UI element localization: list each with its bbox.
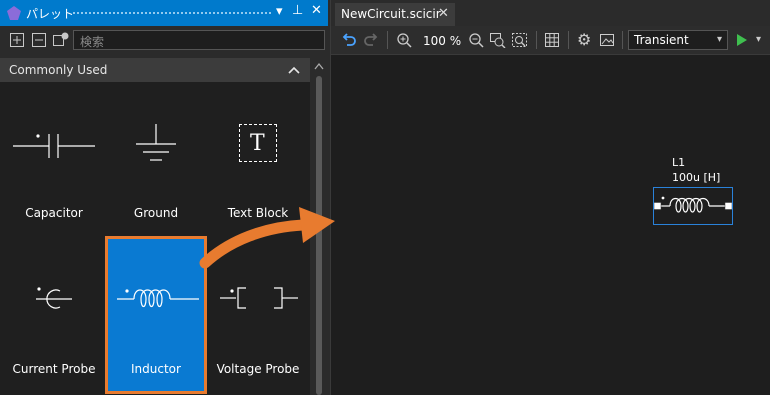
palette-title-bar[interactable]: パレット ▾ ⊥ ✕ (0, 0, 328, 26)
component-name: L1 (672, 156, 686, 169)
toolbar-separator (568, 31, 569, 49)
redo-icon[interactable] (363, 32, 379, 48)
analysis-value: Transient (634, 33, 689, 47)
palette-item-capacitor[interactable]: Capacitor (4, 110, 104, 220)
voltage-probe-icon (220, 287, 298, 309)
current-probe-icon (36, 287, 72, 309)
capacitor-icon (13, 134, 95, 158)
placed-inductor[interactable] (653, 187, 733, 225)
toolbar-separator (387, 31, 388, 49)
drag-arrow-icon (199, 207, 335, 269)
component-value: 100u [H] (672, 171, 721, 184)
toolbar-separator (536, 31, 537, 49)
search-input[interactable]: 検索 (73, 30, 325, 50)
section-header[interactable]: Commonly Used (0, 58, 310, 82)
palette-item-text-block[interactable]: T Text Block (208, 110, 308, 220)
grid-icon[interactable] (544, 32, 560, 48)
zoom-level: 100 % (423, 34, 462, 48)
palette-title: パレット (26, 7, 75, 21)
chevron-up-icon[interactable] (288, 65, 300, 75)
toolbar-separator (622, 31, 623, 49)
tab-label: NewCircuit.scicir (341, 7, 441, 21)
palette-item-current-probe[interactable]: Current Probe (4, 262, 104, 382)
tab-close-icon[interactable]: ✕ (438, 6, 449, 21)
palette-item-inductor[interactable]: Inductor (105, 236, 207, 394)
tab-newcircuit[interactable]: NewCircuit.scicir ✕ (335, 3, 455, 26)
settings-gear-icon[interactable]: ⚙ (577, 30, 591, 49)
run-options-chevron-icon[interactable]: ▾ (756, 34, 761, 45)
zoom-fit-icon[interactable] (489, 32, 507, 48)
image-icon[interactable] (599, 32, 615, 48)
run-icon[interactable] (736, 33, 748, 47)
chevron-down-icon: ▾ (716, 34, 722, 45)
item-label: Ground (133, 206, 179, 220)
ground-icon (136, 124, 176, 161)
undo-icon[interactable] (341, 32, 357, 48)
palette-item-voltage-probe[interactable]: Voltage Probe (208, 262, 308, 382)
palette-item-ground[interactable]: Ground (106, 110, 206, 220)
item-label: Capacitor (25, 206, 83, 220)
zoom-selection-icon[interactable] (511, 32, 529, 48)
inductor-icon (117, 289, 199, 308)
circuit-canvas[interactable] (331, 55, 770, 395)
zoom-in-icon[interactable] (396, 32, 412, 48)
placed-inductor-icon (654, 196, 732, 213)
palette-app-icon (7, 6, 21, 20)
close-icon[interactable]: ✕ (311, 3, 322, 18)
scroll-up-icon[interactable] (314, 62, 324, 70)
item-label: Inductor (131, 362, 181, 376)
expand-all-icon[interactable] (9, 32, 25, 48)
collapse-all-icon[interactable] (31, 32, 47, 48)
title-grip (72, 11, 272, 15)
item-label: Voltage Probe (216, 362, 300, 376)
section-label: Commonly Used (9, 63, 108, 77)
analysis-type-select[interactable]: Transient ▾ (628, 30, 728, 50)
item-label: Current Probe (12, 362, 96, 376)
text-block-icon: T (239, 124, 277, 162)
zoom-out-icon[interactable] (468, 32, 484, 48)
pin-icon[interactable]: ⊥ (292, 3, 303, 18)
dropdown-icon[interactable]: ▾ (276, 4, 283, 19)
info-icon[interactable] (52, 32, 70, 48)
